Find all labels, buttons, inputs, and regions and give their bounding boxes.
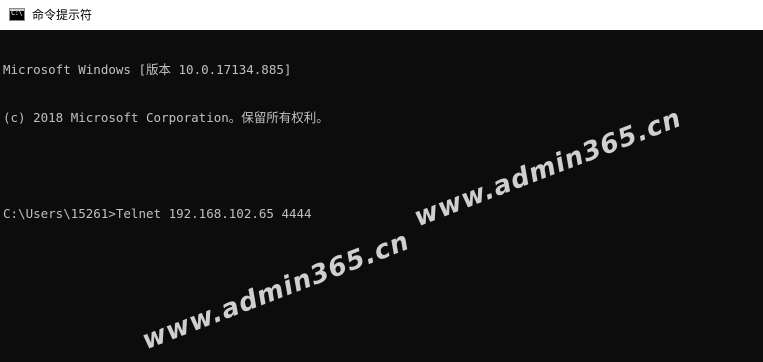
icon-prompt-text: C:\ (11, 9, 23, 17)
console-line-command: C:\Users\15261>Telnet 192.168.102.65 444… (3, 206, 312, 221)
cmd-icon[interactable]: C:\ (9, 8, 25, 21)
console-line-blank (3, 158, 329, 174)
console-output: Microsoft Windows [版本 10.0.17134.885] (c… (3, 30, 329, 254)
watermark: www.admin365.cn (410, 103, 686, 234)
command-prompt-window: C:\ 命令提示符 Microsoft Windows [版本 10.0.171… (0, 0, 763, 362)
console-line-copyright: (c) 2018 Microsoft Corporation。保留所有权利。 (3, 110, 329, 125)
title-bar[interactable]: C:\ 命令提示符 (0, 0, 763, 30)
window-title: 命令提示符 (32, 8, 93, 22)
console-line-version: Microsoft Windows [版本 10.0.17134.885] (3, 62, 292, 77)
console-area[interactable]: Microsoft Windows [版本 10.0.17134.885] (c… (0, 30, 763, 362)
